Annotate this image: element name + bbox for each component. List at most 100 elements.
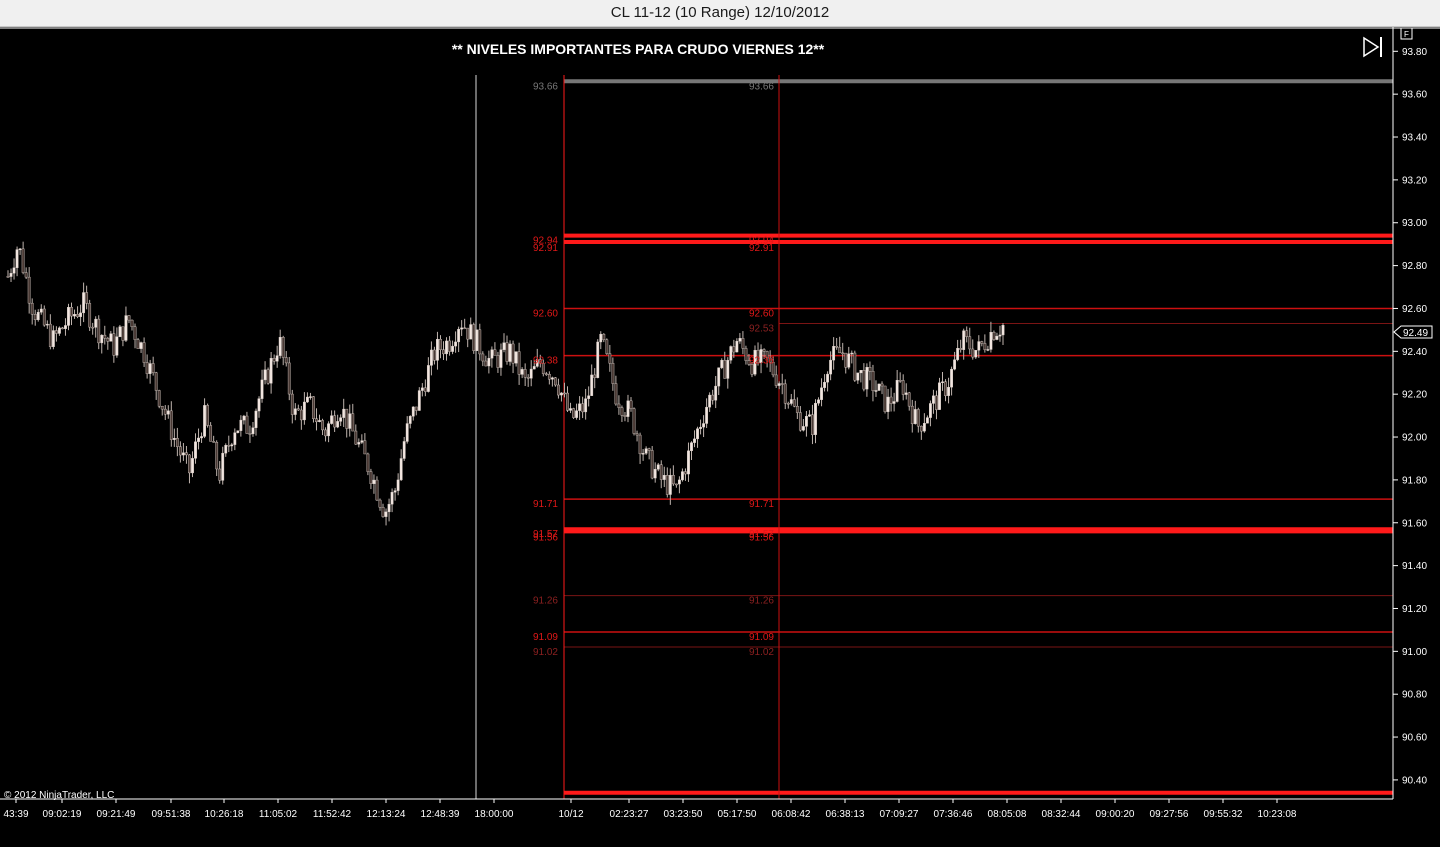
candle-body	[774, 374, 778, 386]
candle-body	[475, 329, 479, 351]
candle-body	[118, 326, 122, 337]
candle-body	[554, 377, 557, 386]
candle-body	[566, 392, 569, 411]
price-chart[interactable]: 93.66 93.6692.94 92.9492.91 92.9192.60 92.60…	[0, 27, 1440, 847]
price-level-label: 92.38	[749, 356, 774, 367]
candle-body	[947, 386, 950, 396]
candle-body	[862, 370, 866, 390]
candle-body	[656, 464, 660, 470]
price-level-label: 92.38	[533, 356, 558, 367]
candle-body	[889, 396, 893, 404]
x-tick-label: 08:32:44	[1042, 809, 1081, 820]
f-button[interactable]: F	[1400, 27, 1413, 40]
candle-body	[729, 346, 733, 361]
candle-body	[720, 360, 724, 368]
candle-body	[602, 333, 606, 341]
x-tick-label: 11:05:02	[259, 809, 298, 820]
candle-body	[12, 267, 16, 274]
candle-body	[58, 327, 61, 334]
candle-body	[971, 348, 975, 358]
candle-body	[550, 377, 554, 380]
candle-body	[357, 442, 361, 445]
candle-body	[711, 394, 715, 401]
candle-body	[829, 359, 833, 375]
candle-body	[484, 360, 488, 367]
candle-body	[820, 387, 823, 400]
candle-body	[145, 362, 149, 374]
candle-body	[42, 308, 46, 326]
candle-body	[850, 352, 854, 355]
candle-body	[9, 273, 13, 277]
price-level-label: 92.91	[749, 243, 774, 254]
candle-body	[233, 432, 237, 445]
candle-body	[281, 337, 285, 358]
candle-body	[502, 342, 506, 350]
candle-body	[24, 272, 28, 278]
candle-body	[236, 430, 240, 433]
candle-body	[61, 327, 64, 330]
chart-background	[0, 27, 1440, 847]
candle-body	[130, 319, 134, 327]
candle-body	[54, 330, 58, 334]
candle-body	[169, 410, 173, 440]
price-level-label: 91.71	[749, 499, 774, 510]
y-tick-label: 93.80	[1402, 47, 1427, 58]
candle-body	[339, 417, 343, 422]
candle-body	[823, 381, 826, 388]
candle-body	[986, 349, 990, 351]
candle-body	[420, 387, 424, 391]
candle-body	[626, 400, 630, 417]
candle-body	[293, 408, 297, 415]
candle-body	[950, 368, 953, 388]
candle-body	[959, 348, 963, 350]
candle-body	[151, 363, 155, 373]
candle-body	[687, 450, 690, 475]
candle-body	[354, 430, 358, 445]
candle-body	[614, 383, 618, 405]
candle-body	[70, 307, 73, 317]
candle-body	[901, 380, 905, 395]
candle-body	[430, 349, 433, 366]
candle-body	[910, 405, 914, 425]
candle-body	[433, 349, 436, 361]
candle-body	[671, 475, 675, 485]
candle-body	[744, 348, 748, 361]
candle-body	[904, 392, 908, 395]
x-tick-label: 09:21:49	[97, 809, 136, 820]
candle-body	[662, 475, 666, 480]
candle-body	[448, 340, 451, 352]
candle-body	[944, 381, 947, 396]
candle-body	[508, 343, 512, 362]
candle-body	[526, 377, 530, 379]
candle-body	[227, 445, 231, 447]
candle-body	[644, 448, 648, 454]
candle-body	[777, 383, 781, 386]
candle-body	[469, 324, 473, 340]
candle-body	[980, 341, 984, 344]
candle-body	[79, 312, 82, 317]
candle-body	[302, 401, 306, 421]
candle-body	[702, 423, 705, 428]
candle-body	[154, 372, 158, 391]
price-level-label: 93.66	[533, 81, 558, 92]
candle-body	[327, 423, 330, 437]
x-tick-label: 12:48:39	[421, 809, 460, 820]
x-tick-label: 02:23:27	[610, 809, 649, 820]
candle-body	[393, 490, 397, 493]
candle-body	[699, 426, 702, 429]
current-price-label: 92.49	[1403, 328, 1428, 339]
candle-body	[224, 445, 228, 454]
candle-body	[30, 302, 34, 315]
candle-body	[826, 373, 829, 383]
candle-body	[426, 365, 430, 392]
x-tick-label: 09:02:19	[43, 809, 82, 820]
candle-body	[932, 395, 935, 404]
candle-body	[801, 426, 805, 431]
candle-body	[445, 340, 448, 355]
candle-body	[817, 399, 820, 404]
candle-body	[215, 442, 219, 470]
candle-body	[708, 394, 712, 408]
candle-body	[121, 326, 125, 341]
candle-body	[499, 349, 503, 368]
candle-body	[481, 353, 485, 362]
